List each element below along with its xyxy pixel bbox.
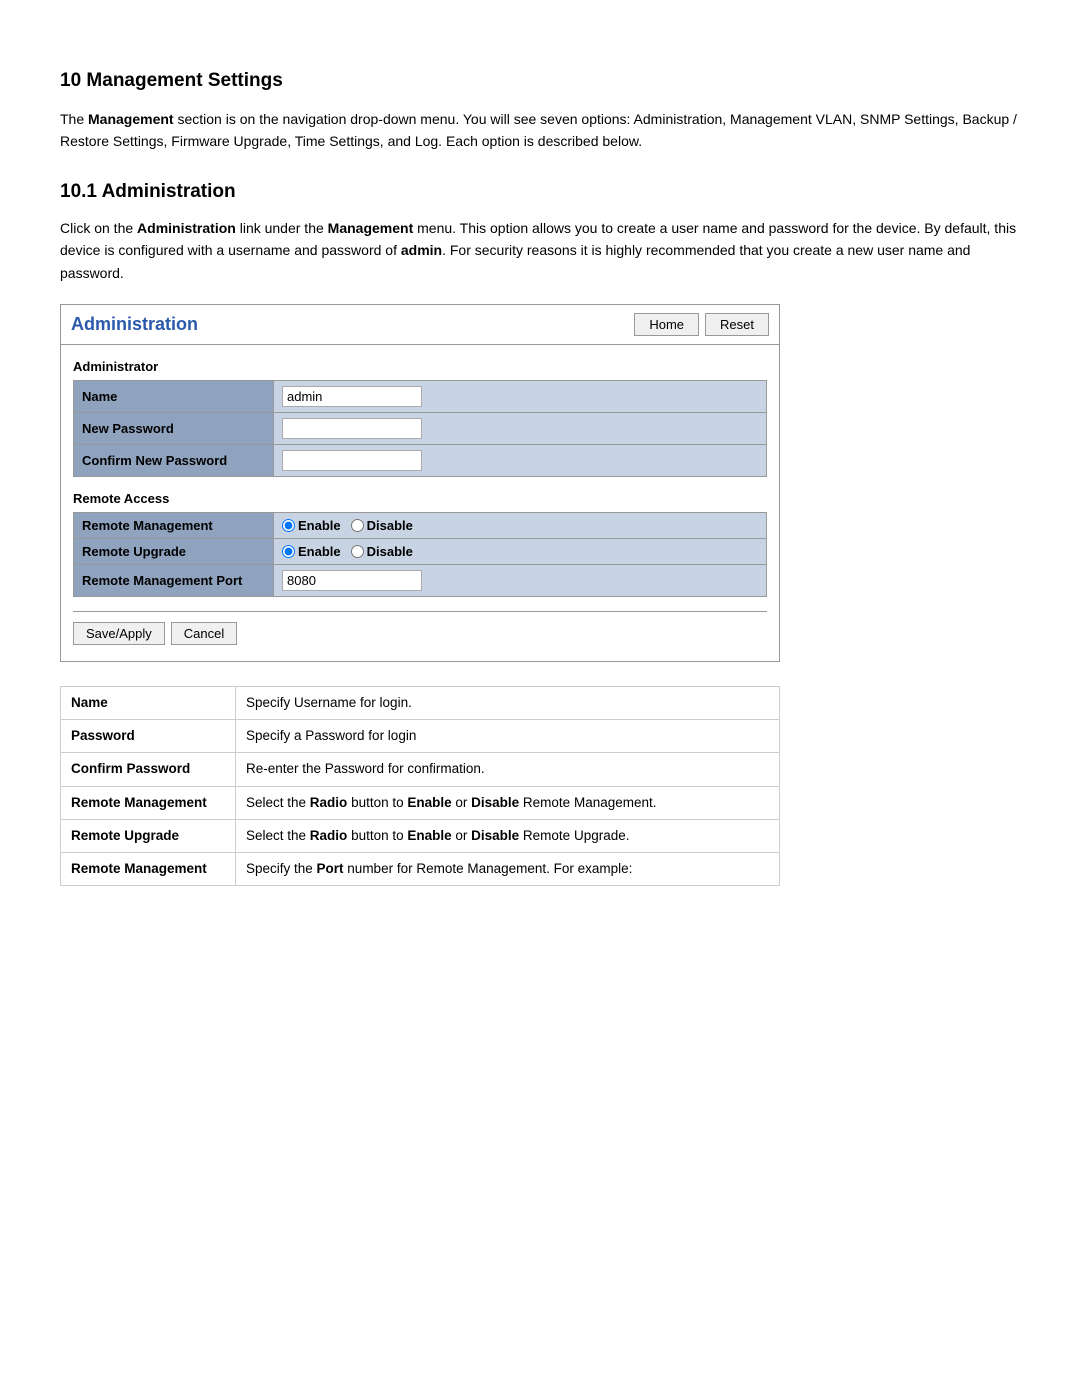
desc-field-remote-mgmt: Remote Management — [61, 786, 236, 819]
table-row: New Password — [74, 412, 767, 444]
remote-port-cell — [274, 564, 767, 596]
desc-field-name: Name — [61, 686, 236, 719]
table-row: Remote Management Port — [74, 564, 767, 596]
desc-field-remote-mgmt-port: Remote Management — [61, 853, 236, 886]
remote-upgrade-disable-radio[interactable] — [351, 545, 364, 558]
description-table: Name Specify Username for login. Passwor… — [60, 686, 780, 887]
section-title: 10 Management Settings — [60, 70, 1020, 92]
table-row: Name Specify Username for login. — [61, 686, 780, 719]
remote-management-enable-radio[interactable] — [282, 519, 295, 532]
desc-value-remote-mgmt: Select the Radio button to Enable or Dis… — [236, 786, 780, 819]
confirm-password-cell — [274, 444, 767, 476]
table-row: Confirm New Password — [74, 444, 767, 476]
desc-value-remote-upgrade: Select the Radio button to Enable or Dis… — [236, 819, 780, 852]
remote-management-disable-radio[interactable] — [351, 519, 364, 532]
remote-upgrade-radio-group: Enable Disable — [282, 544, 758, 559]
desc-field-remote-upgrade: Remote Upgrade — [61, 819, 236, 852]
table-row: Name — [74, 380, 767, 412]
table-row: Remote Upgrade Enable Disable — [74, 538, 767, 564]
remote-management-radio-group: Enable Disable — [282, 518, 758, 533]
cancel-button[interactable]: Cancel — [171, 622, 237, 645]
remote-upgrade-enable-radio[interactable] — [282, 545, 295, 558]
remote-upgrade-cell: Enable Disable — [274, 538, 767, 564]
remote-management-enable-label[interactable]: Enable — [282, 518, 341, 533]
remote-access-table: Remote Management Enable Disable — [73, 512, 767, 597]
home-button[interactable]: Home — [634, 313, 699, 336]
remote-management-cell: Enable Disable — [274, 512, 767, 538]
remote-port-label: Remote Management Port — [74, 564, 274, 596]
table-row: Remote Management Specify the Port numbe… — [61, 853, 780, 886]
remote-upgrade-disable-label[interactable]: Disable — [351, 544, 413, 559]
form-divider — [73, 611, 767, 612]
table-row: Remote Management Select the Radio butto… — [61, 786, 780, 819]
desc-field-password: Password — [61, 720, 236, 753]
remote-management-disable-label[interactable]: Disable — [351, 518, 413, 533]
reset-button[interactable]: Reset — [705, 313, 769, 336]
new-password-cell — [274, 412, 767, 444]
name-input[interactable] — [282, 386, 422, 407]
credentials-table: Name New Password Confirm New Password — [73, 380, 767, 477]
desc-value-name: Specify Username for login. — [236, 686, 780, 719]
desc-value-remote-mgmt-port: Specify the Port number for Remote Manag… — [236, 853, 780, 886]
table-row: Confirm Password Re-enter the Password f… — [61, 753, 780, 786]
name-label: Name — [74, 380, 274, 412]
confirm-password-input[interactable] — [282, 450, 422, 471]
table-row: Remote Management Enable Disable — [74, 512, 767, 538]
name-cell — [274, 380, 767, 412]
admin-body: Administrator Name New Password Confirm … — [61, 345, 779, 661]
new-password-label: New Password — [74, 412, 274, 444]
subsection-title: 10.1 Administration — [60, 181, 1020, 203]
new-password-input[interactable] — [282, 418, 422, 439]
remote-upgrade-label: Remote Upgrade — [74, 538, 274, 564]
section-intro: The Management section is on the navigat… — [60, 108, 1020, 153]
desc-value-password: Specify a Password for login — [236, 720, 780, 753]
confirm-password-label: Confirm New Password — [74, 444, 274, 476]
save-apply-button[interactable]: Save/Apply — [73, 622, 165, 645]
table-row: Password Specify a Password for login — [61, 720, 780, 753]
admin-header: Administration Home Reset — [61, 305, 779, 345]
desc-field-confirm-password: Confirm Password — [61, 753, 236, 786]
remote-management-label: Remote Management — [74, 512, 274, 538]
administrator-label: Administrator — [73, 359, 767, 374]
subsection-intro: Click on the Administration link under t… — [60, 217, 1020, 284]
admin-panel: Administration Home Reset Administrator … — [60, 304, 780, 662]
desc-value-confirm-password: Re-enter the Password for confirmation. — [236, 753, 780, 786]
form-actions: Save/Apply Cancel — [73, 622, 767, 651]
remote-access-label: Remote Access — [73, 491, 767, 506]
table-row: Remote Upgrade Select the Radio button t… — [61, 819, 780, 852]
admin-header-buttons: Home Reset — [634, 313, 769, 336]
admin-panel-title: Administration — [71, 314, 198, 335]
remote-port-input[interactable] — [282, 570, 422, 591]
remote-upgrade-enable-label[interactable]: Enable — [282, 544, 341, 559]
